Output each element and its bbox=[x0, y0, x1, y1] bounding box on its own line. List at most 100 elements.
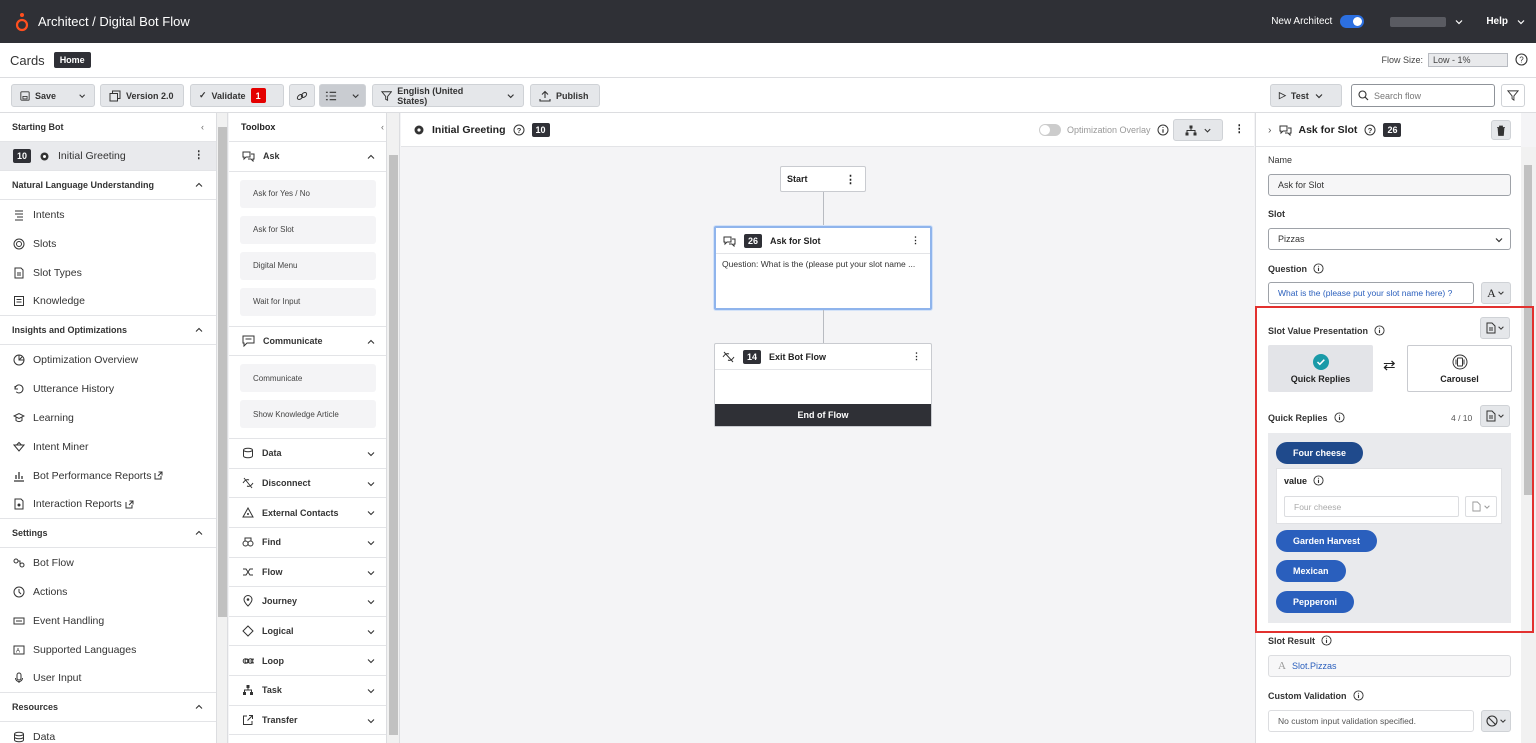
slot-select[interactable]: Pizzas bbox=[1268, 228, 1511, 250]
link-button[interactable] bbox=[289, 84, 315, 107]
user-name-redacted[interactable] bbox=[1390, 16, 1447, 27]
more-options-icon[interactable]: ⋮ bbox=[1234, 123, 1245, 135]
nav-item-bot-performance-reports[interactable]: Bot Performance Reports bbox=[0, 461, 216, 490]
validate-button[interactable]: ✓ Validate 1 bbox=[190, 84, 284, 107]
chevron-down-icon[interactable] bbox=[366, 508, 376, 518]
nav-item-interaction-reports[interactable]: Interaction Reports bbox=[0, 490, 216, 519]
collapse-toolbox-icon[interactable]: ‹ bbox=[381, 122, 384, 132]
name-input[interactable]: Ask for Slot bbox=[1268, 174, 1511, 196]
toolbox-section-task[interactable]: Task bbox=[229, 676, 386, 706]
delete-button[interactable] bbox=[1491, 120, 1511, 140]
toolbox-item-ask-for-yes-no[interactable]: Ask for Yes / No bbox=[240, 179, 376, 208]
chevron-up-icon[interactable] bbox=[194, 180, 204, 190]
chevron-down-icon[interactable] bbox=[366, 656, 376, 666]
nav-item-intent-miner[interactable]: Intent Miner bbox=[0, 432, 216, 461]
ask-for-slot-node[interactable]: 26 Ask for Slot ⋮ Question: What is the … bbox=[714, 226, 932, 310]
flow-canvas[interactable] bbox=[401, 113, 1254, 743]
toolbox-section-communicate[interactable]: Communicate bbox=[229, 327, 386, 357]
toolbox-scrollbar[interactable] bbox=[387, 113, 400, 743]
new-architect-toggle[interactable] bbox=[1340, 15, 1365, 28]
nav-section-header[interactable]: Resources bbox=[0, 693, 216, 722]
nav-item-optimization-overview[interactable]: Optimization Overview bbox=[0, 345, 216, 374]
toolbox-section-external-contacts[interactable]: External Contacts bbox=[229, 498, 386, 528]
test-button[interactable]: ▷ Test bbox=[1270, 84, 1342, 107]
chevron-down-icon[interactable] bbox=[351, 91, 360, 101]
toolbox-section-logical[interactable]: Logical bbox=[229, 617, 386, 647]
help-circle-icon[interactable]: ? bbox=[1515, 53, 1528, 66]
toolbox-section-loop[interactable]: Loop bbox=[229, 646, 386, 676]
external-link-icon[interactable] bbox=[154, 471, 163, 480]
chevron-down-icon[interactable] bbox=[366, 686, 376, 696]
chevron-down-icon[interactable] bbox=[366, 568, 376, 578]
slot-result-field[interactable]: A Slot.Pizzas bbox=[1268, 655, 1511, 677]
filter-button[interactable] bbox=[1501, 84, 1525, 107]
nav-item-data[interactable]: Data bbox=[0, 722, 216, 743]
overlay-switch[interactable] bbox=[1039, 124, 1061, 136]
chevron-down-icon[interactable] bbox=[1494, 235, 1504, 245]
nav-item-slot-types[interactable]: Slot Types bbox=[0, 258, 216, 287]
chevron-down-icon[interactable] bbox=[366, 597, 376, 607]
starting-bot-item[interactable]: 10 Initial Greeting ⋮ bbox=[0, 142, 216, 171]
nav-item-user-input[interactable]: User Input bbox=[0, 664, 216, 693]
more-options-icon[interactable]: ⋮ bbox=[845, 173, 856, 186]
toolbox-section-disconnect[interactable]: Disconnect bbox=[229, 469, 386, 499]
nav-section-header[interactable]: Natural Language Understanding bbox=[0, 171, 216, 200]
expression-button[interactable]: A bbox=[1481, 282, 1511, 304]
list-view-button[interactable] bbox=[319, 84, 366, 107]
info-icon[interactable] bbox=[1157, 124, 1169, 136]
toolbox-section-flow[interactable]: Flow bbox=[229, 558, 386, 588]
chevron-down-icon[interactable] bbox=[78, 91, 86, 101]
toolbox-item-show-knowledge-article[interactable]: Show Knowledge Article bbox=[240, 400, 376, 429]
collapse-left-icon[interactable]: ‹ bbox=[201, 122, 204, 132]
nav-section-header[interactable]: Settings bbox=[0, 519, 216, 548]
chevron-down-icon[interactable] bbox=[506, 91, 515, 101]
left-nav-scrollbar[interactable] bbox=[217, 113, 228, 743]
chevron-up-icon[interactable] bbox=[194, 528, 204, 538]
info-icon[interactable] bbox=[1352, 690, 1364, 701]
home-badge[interactable]: Home bbox=[53, 52, 91, 68]
more-options-icon[interactable]: ⋮ bbox=[911, 235, 920, 246]
nav-item-intents[interactable]: Intents bbox=[0, 200, 216, 229]
start-node[interactable]: Start ⋮ bbox=[780, 166, 866, 192]
expand-panel-icon[interactable]: › bbox=[1268, 124, 1272, 136]
exit-bot-flow-node[interactable]: 14 Exit Bot Flow ⋮ End of Flow bbox=[714, 343, 932, 427]
external-link-icon[interactable] bbox=[125, 500, 134, 509]
info-icon[interactable] bbox=[1313, 263, 1324, 274]
nav-item-event-handling[interactable]: Event Handling bbox=[0, 606, 216, 635]
nav-item-utterance-history[interactable]: Utterance History bbox=[0, 374, 216, 403]
chevron-up-icon[interactable] bbox=[366, 337, 376, 347]
info-icon[interactable] bbox=[1321, 635, 1332, 646]
nav-item-actions[interactable]: Actions bbox=[0, 577, 216, 606]
toolbox-section-ask[interactable]: Ask bbox=[229, 142, 386, 172]
toolbox-item-wait-for-input[interactable]: Wait for Input bbox=[240, 287, 376, 316]
nav-item-supported-languages[interactable]: A Supported Languages bbox=[0, 635, 216, 664]
custom-validation-options-button[interactable] bbox=[1481, 710, 1511, 732]
toolbox-item-communicate[interactable]: Communicate bbox=[240, 364, 376, 393]
question-input[interactable]: What is the (please put your slot name h… bbox=[1268, 282, 1474, 304]
language-select[interactable]: English (United States) bbox=[372, 84, 524, 107]
optimization-overlay-toggle[interactable]: Optimization Overlay bbox=[1039, 124, 1169, 136]
nav-item-bot-flow[interactable]: Bot Flow bbox=[0, 548, 216, 577]
chevron-down-icon[interactable] bbox=[1203, 126, 1212, 135]
chevron-down-icon[interactable] bbox=[366, 716, 376, 726]
layout-button[interactable] bbox=[1173, 119, 1223, 141]
chevron-up-icon[interactable] bbox=[366, 152, 376, 162]
help-circle-icon[interactable]: ? bbox=[513, 124, 525, 136]
chevron-down-icon[interactable] bbox=[366, 449, 376, 459]
toolbox-section-transfer[interactable]: Transfer bbox=[229, 706, 386, 736]
nav-item-slots[interactable]: Slots bbox=[0, 229, 216, 258]
chevron-down-icon[interactable] bbox=[1314, 91, 1324, 101]
chevron-up-icon[interactable] bbox=[194, 702, 204, 712]
search-flow-input[interactable]: Search flow bbox=[1351, 84, 1495, 107]
chevron-down-icon[interactable] bbox=[1516, 17, 1526, 27]
nav-item-learning[interactable]: Learning bbox=[0, 403, 216, 432]
chevron-down-icon[interactable] bbox=[366, 627, 376, 637]
toolbox-section-find[interactable]: Find bbox=[229, 528, 386, 558]
help-circle-icon[interactable]: ? bbox=[1364, 124, 1376, 136]
breadcrumb[interactable]: Architect / Digital Bot Flow bbox=[38, 14, 190, 29]
toolbox-section-data[interactable]: Data bbox=[229, 439, 386, 469]
version-button[interactable]: Version 2.0 bbox=[100, 84, 184, 107]
nav-item-knowledge[interactable]: Knowledge bbox=[0, 287, 216, 316]
more-options-icon[interactable]: ⋮ bbox=[912, 351, 921, 362]
toolbox-section-journey[interactable]: Journey bbox=[229, 587, 386, 617]
